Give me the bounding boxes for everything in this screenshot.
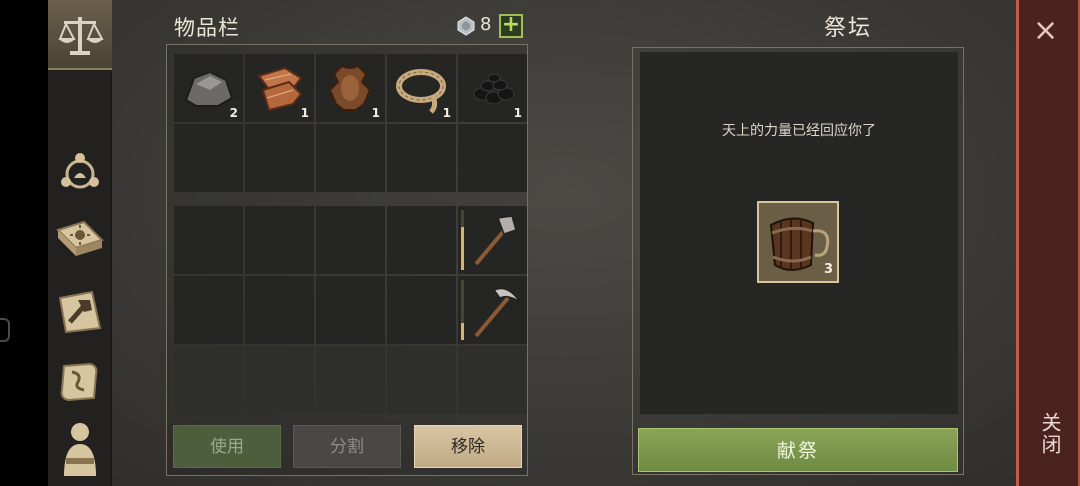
inventory-slot-empty[interactable] xyxy=(174,124,243,192)
inventory-slot-empty[interactable] xyxy=(316,206,385,274)
item-qty: 1 xyxy=(442,106,451,120)
sun-book-icon xyxy=(56,220,104,256)
inventory-slot-hammer[interactable] xyxy=(458,206,527,274)
sacrifice-button[interactable]: 献祭 xyxy=(638,428,958,472)
inventory-slot-hide[interactable]: 1 xyxy=(316,54,385,122)
hammer-book-icon xyxy=(58,290,102,334)
altar-title: 祭坛 xyxy=(823,16,872,41)
tab-crafting[interactable] xyxy=(52,144,108,200)
rope-icon xyxy=(396,69,446,114)
gem-currency-icon xyxy=(457,16,475,36)
offering-slot[interactable]: 3 xyxy=(757,201,839,283)
tab-building[interactable] xyxy=(52,284,108,340)
inventory-slot-stone[interactable]: 2 xyxy=(174,54,243,122)
animal-hide-icon xyxy=(328,64,372,111)
use-button[interactable]: 使用 xyxy=(173,425,281,468)
inventory-slot-locked xyxy=(458,346,527,414)
device-bezel xyxy=(0,0,48,486)
close-icon[interactable]: × xyxy=(1033,16,1058,46)
item-qty: 1 xyxy=(513,106,522,120)
inventory-slot-empty[interactable] xyxy=(316,276,385,344)
inventory-title: 物品栏 xyxy=(174,16,240,40)
inventory-slot-empty[interactable] xyxy=(174,276,243,344)
game-screen: 物品栏 8 + 2 1 1 1 1 使用 分割 移除 祭坛 天上的力量已经回应你… xyxy=(48,0,1080,486)
coal-icon xyxy=(473,73,515,105)
item-qty: 1 xyxy=(300,106,309,120)
altar-message: 天上的力量已经回应你了 xyxy=(722,123,876,139)
inventory-slot-empty[interactable] xyxy=(387,276,456,344)
inventory-slot-pickaxe[interactable] xyxy=(458,276,527,344)
item-qty: 1 xyxy=(371,106,380,120)
inventory-slot-empty[interactable] xyxy=(245,276,314,344)
inventory-slot-rope[interactable]: 1 xyxy=(387,54,456,122)
stone-icon xyxy=(184,70,234,107)
scroll-icon xyxy=(60,362,98,402)
character-icon xyxy=(64,423,96,476)
inventory-slot-coal[interactable]: 1 xyxy=(458,54,527,122)
material-grid: 2 1 1 1 1 xyxy=(174,54,527,192)
currency-count: 8 xyxy=(480,14,492,35)
tool-grid xyxy=(174,206,527,414)
inventory-slot-empty[interactable] xyxy=(387,206,456,274)
inventory-slot-locked xyxy=(245,346,314,414)
inventory-slot-empty[interactable] xyxy=(458,124,527,192)
cloth-icon xyxy=(257,66,303,112)
scales-icon xyxy=(52,7,108,63)
inventory-slot-locked xyxy=(387,346,456,414)
stone-hammer-icon xyxy=(474,215,517,266)
inventory-slot-locked xyxy=(316,346,385,414)
inventory-slot-empty[interactable] xyxy=(387,124,456,192)
camera-notch xyxy=(0,318,10,342)
remove-button[interactable]: 移除 xyxy=(414,425,522,468)
tab-altar[interactable] xyxy=(48,0,112,70)
tab-character[interactable] xyxy=(52,420,108,476)
inventory-slot-empty[interactable] xyxy=(316,124,385,192)
pickaxe-icon xyxy=(474,287,521,338)
tab-recipes[interactable] xyxy=(52,354,108,410)
split-button[interactable]: 分割 xyxy=(293,425,401,468)
side-tab-bar xyxy=(48,0,112,486)
offering-qty: 3 xyxy=(823,262,833,277)
inventory-slot-empty[interactable] xyxy=(245,206,314,274)
item-qty: 2 xyxy=(229,106,238,120)
inventory-slot-empty[interactable] xyxy=(174,206,243,274)
close-panel[interactable]: × 关闭 xyxy=(1016,0,1080,486)
tab-journal[interactable] xyxy=(52,212,108,268)
inventory-slot-cloth[interactable]: 1 xyxy=(245,54,314,122)
inventory-slot-empty[interactable] xyxy=(245,124,314,192)
circle-nodes-icon xyxy=(61,153,99,189)
close-label: 关闭 xyxy=(1038,412,1062,456)
inventory-slot-locked xyxy=(174,346,243,414)
add-currency-button[interactable]: + xyxy=(499,14,523,38)
